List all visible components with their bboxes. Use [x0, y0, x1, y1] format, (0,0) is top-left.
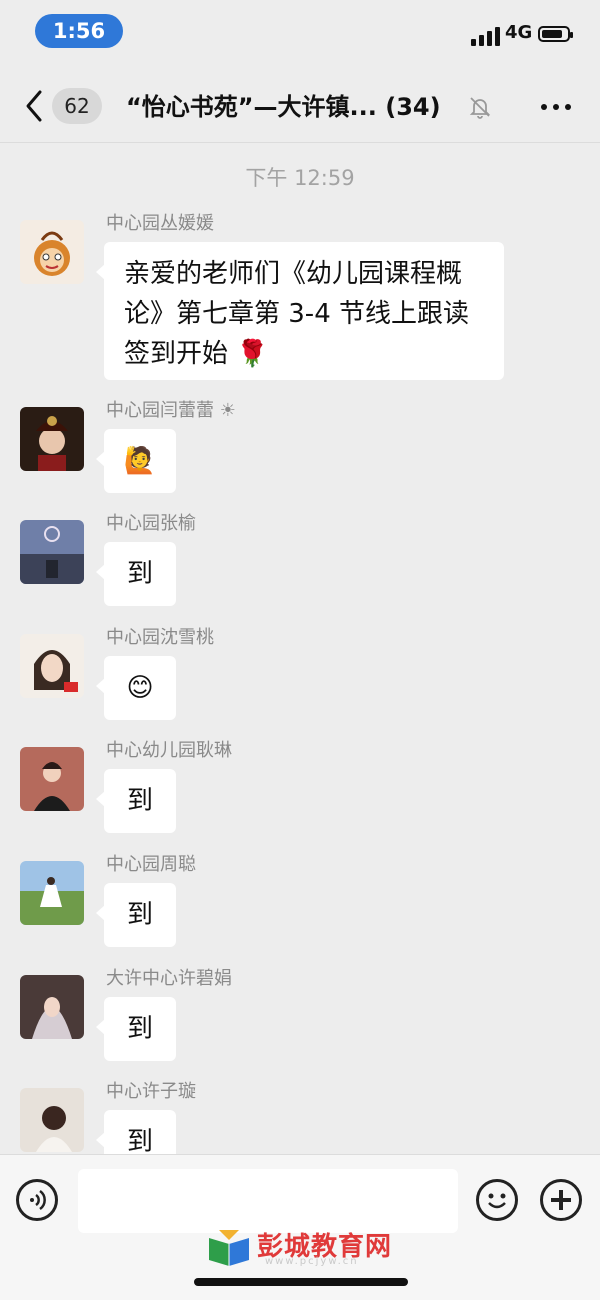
message-bubble[interactable]: 到 [96, 997, 176, 1061]
message-bubble[interactable]: 到 [96, 883, 176, 947]
message-bubble[interactable]: 到 [96, 542, 176, 606]
avatar-girl-back[interactable] [20, 1088, 84, 1152]
message-timestamp: 下午 12:59 [245, 166, 355, 190]
emoji-icon[interactable] [476, 1179, 518, 1221]
status-time[interactable]: 1:56 [35, 14, 123, 48]
back-arrow-icon[interactable] [22, 88, 48, 124]
cellular-signal-icon [471, 24, 501, 46]
watermark-url: www.pcjyw.cn [265, 1256, 359, 1267]
message-bubble[interactable]: 😊 [96, 656, 176, 720]
avatar-costume-portrait[interactable] [20, 407, 84, 471]
sender-name: 中心许子璇 [106, 1081, 196, 1102]
avatar-woman-portrait[interactable] [20, 634, 84, 698]
avatar-bride-veil[interactable] [20, 975, 84, 1039]
battery-icon [538, 26, 573, 42]
unread-count-badge[interactable]: 62 [52, 88, 102, 124]
sender-name: 大许中心许碧娟 [106, 968, 232, 989]
message-bubble[interactable]: 亲爱的老师们《幼儿园课程概论》第七章第 3-4 节线上跟读签到开始 🌹 [96, 242, 504, 380]
more-options-icon[interactable] [540, 95, 572, 119]
chat-header: 62 “怡心书苑”—大许镇... (34) [0, 70, 600, 143]
mute-bell-icon [469, 97, 491, 119]
avatar-night-sky-photo[interactable] [20, 520, 84, 584]
avatar-cartoon-monkey[interactable] [20, 220, 84, 284]
sender-name: 中心园周聪 [106, 854, 196, 875]
sender-name: 中心园沈雪桃 [106, 627, 214, 648]
avatar-illustrated-woman[interactable] [20, 747, 84, 811]
message-bubble[interactable]: 🙋 [96, 429, 176, 493]
status-bar: 1:56 4G [0, 0, 600, 66]
home-indicator[interactable] [194, 1278, 408, 1286]
book-logo-icon [209, 1230, 249, 1266]
sender-name: 中心园闫蕾蕾 ☀ [106, 400, 236, 421]
chat-title[interactable]: “怡心书苑”—大许镇... (34) [126, 90, 466, 124]
site-watermark: 彭城教育网 www.pcjyw.cn [205, 1224, 405, 1270]
add-more-icon[interactable] [540, 1179, 582, 1221]
voice-input-icon[interactable] [16, 1179, 58, 1221]
sender-name: 中心幼儿园耿琳 [106, 740, 232, 761]
avatar-landscape-girl[interactable] [20, 861, 84, 925]
sender-name: 中心园丛媛媛 [106, 213, 214, 234]
sender-name: 中心园张榆 [106, 513, 196, 534]
message-bubble[interactable]: 到 [96, 769, 176, 833]
network-type: 4G [505, 22, 533, 43]
